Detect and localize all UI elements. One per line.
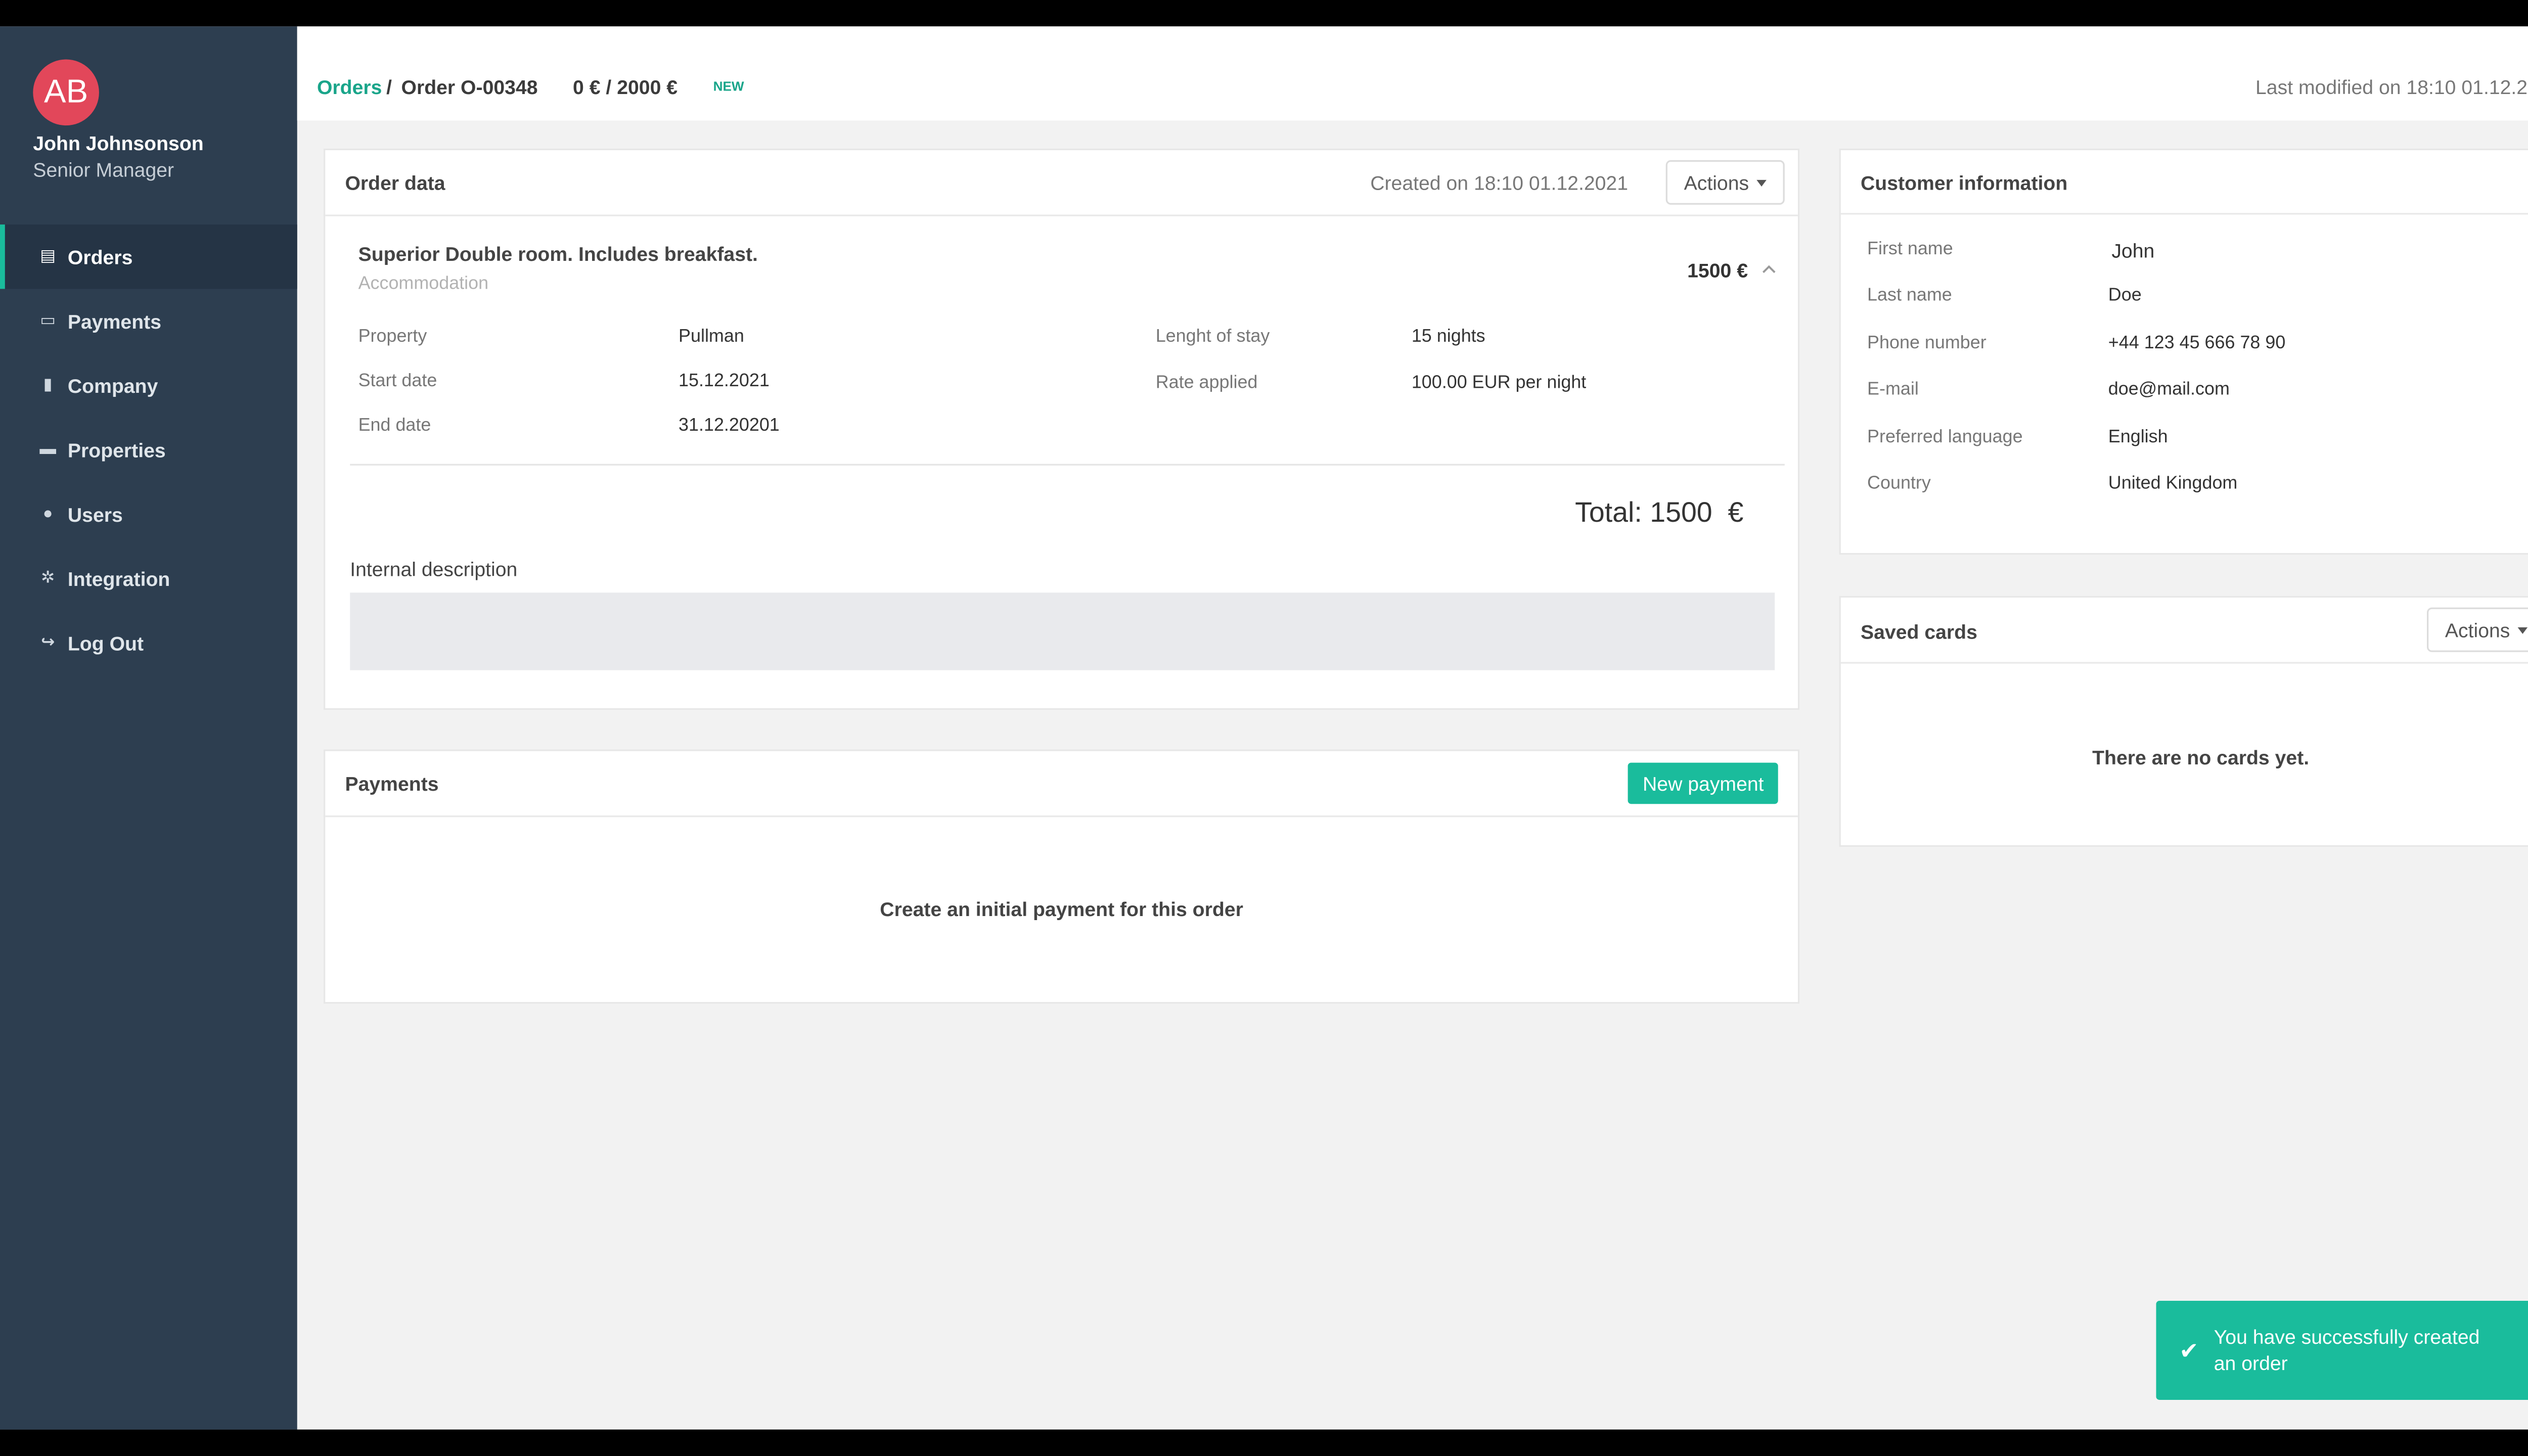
first-name-value: John bbox=[2111, 239, 2155, 263]
sidebar-item-label: Orders bbox=[67, 245, 133, 268]
item-name: Superior Double room. Includes breakfast… bbox=[358, 242, 758, 266]
last-name-value: Doe bbox=[2108, 285, 2142, 306]
saved-cards-empty-state: There are no cards yet. bbox=[2092, 746, 2310, 769]
sidebar-item-company[interactable]: ▮ Company bbox=[0, 353, 297, 418]
field-label: End date bbox=[358, 416, 431, 436]
item-category: Accommodation bbox=[358, 274, 489, 294]
page-header: Orders / Order O-00348 0 € / 2000 € NEW … bbox=[297, 26, 2528, 121]
sidebar-item-orders[interactable]: ▤ Orders bbox=[0, 224, 297, 289]
success-toast: ✔ You have successfully created an order… bbox=[2156, 1301, 2528, 1400]
card-title: Saved cards bbox=[1860, 620, 1977, 644]
sidebar-item-label: Properties bbox=[67, 438, 166, 462]
card-header: Payments New payment bbox=[325, 751, 1798, 817]
sidebar-item-payments[interactable]: ▭ Payments bbox=[0, 289, 297, 353]
field-value: Pullman bbox=[679, 327, 744, 347]
payments-card: Payments New payment Create an initial p… bbox=[323, 749, 1800, 1004]
sidebar-item-properties[interactable]: ▬ Properties bbox=[0, 418, 297, 482]
field-label: Lenght of stay bbox=[1155, 327, 1270, 347]
field-label: Property bbox=[358, 327, 427, 347]
sidebar-item-label: Log Out bbox=[67, 631, 144, 655]
card-header: Saved cards Actions bbox=[1840, 598, 2528, 664]
credit-card-icon: ▭ bbox=[40, 311, 56, 330]
internal-description-field[interactable] bbox=[350, 593, 1775, 670]
status-badge: NEW bbox=[713, 79, 744, 95]
phone-value: +44 123 45 666 78 90 bbox=[2108, 333, 2286, 353]
card-title: Payments bbox=[345, 772, 439, 796]
users-icon: ● bbox=[42, 504, 53, 523]
user-role: Senior Manager bbox=[33, 158, 174, 182]
new-payment-button[interactable]: New payment bbox=[1628, 762, 1779, 804]
order-amount: 0 € / 2000 € bbox=[573, 76, 678, 99]
field-label: Country bbox=[1867, 474, 1931, 494]
caret-down-icon bbox=[2518, 626, 2528, 633]
field-value: 15.12.2021 bbox=[679, 371, 770, 391]
new-payment-label: New payment bbox=[1642, 771, 1764, 795]
card-title: Customer information bbox=[1860, 171, 2068, 195]
sidebar-item-users[interactable]: ● Users bbox=[0, 482, 297, 546]
orders-icon: ▤ bbox=[40, 247, 56, 265]
saved-cards-card: Saved cards Actions There are no cards y… bbox=[1839, 596, 2528, 847]
check-icon: ✔ bbox=[2179, 1337, 2199, 1364]
user-name: John Johnsonson bbox=[33, 132, 204, 155]
breadcrumb-current: Order O-00348 bbox=[401, 76, 538, 99]
field-label: First name bbox=[1867, 239, 1953, 259]
field-label: Phone number bbox=[1867, 333, 1987, 353]
field-value: 31.12.20201 bbox=[679, 416, 780, 436]
order-actions-button[interactable]: Actions bbox=[1665, 160, 1785, 205]
chevron-up-icon[interactable] bbox=[1762, 264, 1776, 274]
sidebar: AB John Johnsonson Senior Manager ▤ Orde… bbox=[0, 26, 297, 1430]
sidebar-item-integration[interactable]: ✲ Integration bbox=[0, 547, 297, 611]
sidebar-item-label: Payments bbox=[67, 309, 162, 333]
top-letterbox bbox=[0, 0, 2528, 27]
field-value: 100.00 EUR per night bbox=[1411, 373, 1587, 393]
field-label: Last name bbox=[1867, 285, 1952, 306]
sidebar-item-label: Company bbox=[67, 374, 158, 397]
bottom-letterbox bbox=[0, 1429, 2528, 1456]
language-value: English bbox=[2108, 427, 2168, 447]
sidebar-item-label: Users bbox=[67, 503, 123, 526]
avatar[interactable]: AB bbox=[33, 59, 99, 126]
toast-message: You have successfully created an order bbox=[2214, 1326, 2480, 1375]
order-total: Total: 1500 € bbox=[1575, 496, 1744, 528]
field-label: Preferred language bbox=[1867, 427, 2023, 447]
cogs-icon: ✲ bbox=[40, 568, 55, 587]
customer-info-card: Customer information First name John Las… bbox=[1839, 148, 2528, 555]
card-title: Order data bbox=[345, 171, 445, 195]
sidebar-item-logout[interactable]: ↪ Log Out bbox=[0, 611, 297, 675]
last-modified: Last modified on 18:10 01.12.2021 bbox=[2255, 76, 2528, 99]
breadcrumb-separator: / bbox=[386, 76, 392, 99]
sidebar-nav: ▤ Orders ▭ Payments ▮ Company ▬ Properti… bbox=[0, 224, 297, 675]
created-date: Created on 18:10 01.12.2021 bbox=[1370, 171, 1629, 195]
email-value: doe@mail.com bbox=[2108, 380, 2230, 400]
building-icon: ▮ bbox=[43, 375, 53, 394]
field-value: 15 nights bbox=[1411, 327, 1485, 347]
sign-out-icon: ↪ bbox=[40, 633, 55, 652]
field-label: E-mail bbox=[1867, 380, 1919, 400]
divider bbox=[350, 464, 1785, 466]
payments-empty-state: Create an initial payment for this order bbox=[880, 898, 1243, 922]
breadcrumb-orders-link[interactable]: Orders bbox=[317, 76, 382, 99]
actions-label: Actions bbox=[1684, 170, 1749, 194]
card-header: Customer information bbox=[1840, 150, 2528, 215]
order-data-card: Order data Created on 18:10 01.12.2021 A… bbox=[323, 148, 1800, 710]
item-price: 1500 € bbox=[1687, 259, 1748, 283]
sidebar-item-label: Integration bbox=[67, 567, 170, 590]
field-label: Start date bbox=[358, 371, 437, 391]
app-window: AB John Johnsonson Senior Manager ▤ Orde… bbox=[0, 0, 2528, 1456]
briefcase-icon: ▬ bbox=[39, 440, 57, 459]
app-body: AB John Johnsonson Senior Manager ▤ Orde… bbox=[0, 26, 2528, 1430]
country-value: United Kingdom bbox=[2108, 474, 2238, 494]
internal-description-label: Internal description bbox=[350, 558, 518, 581]
card-header: Order data Created on 18:10 01.12.2021 A… bbox=[325, 150, 1798, 216]
field-label: Rate applied bbox=[1155, 373, 1258, 393]
caret-down-icon bbox=[1757, 179, 1768, 186]
saved-cards-actions-button[interactable]: Actions bbox=[2426, 607, 2528, 652]
actions-label: Actions bbox=[2445, 618, 2510, 642]
